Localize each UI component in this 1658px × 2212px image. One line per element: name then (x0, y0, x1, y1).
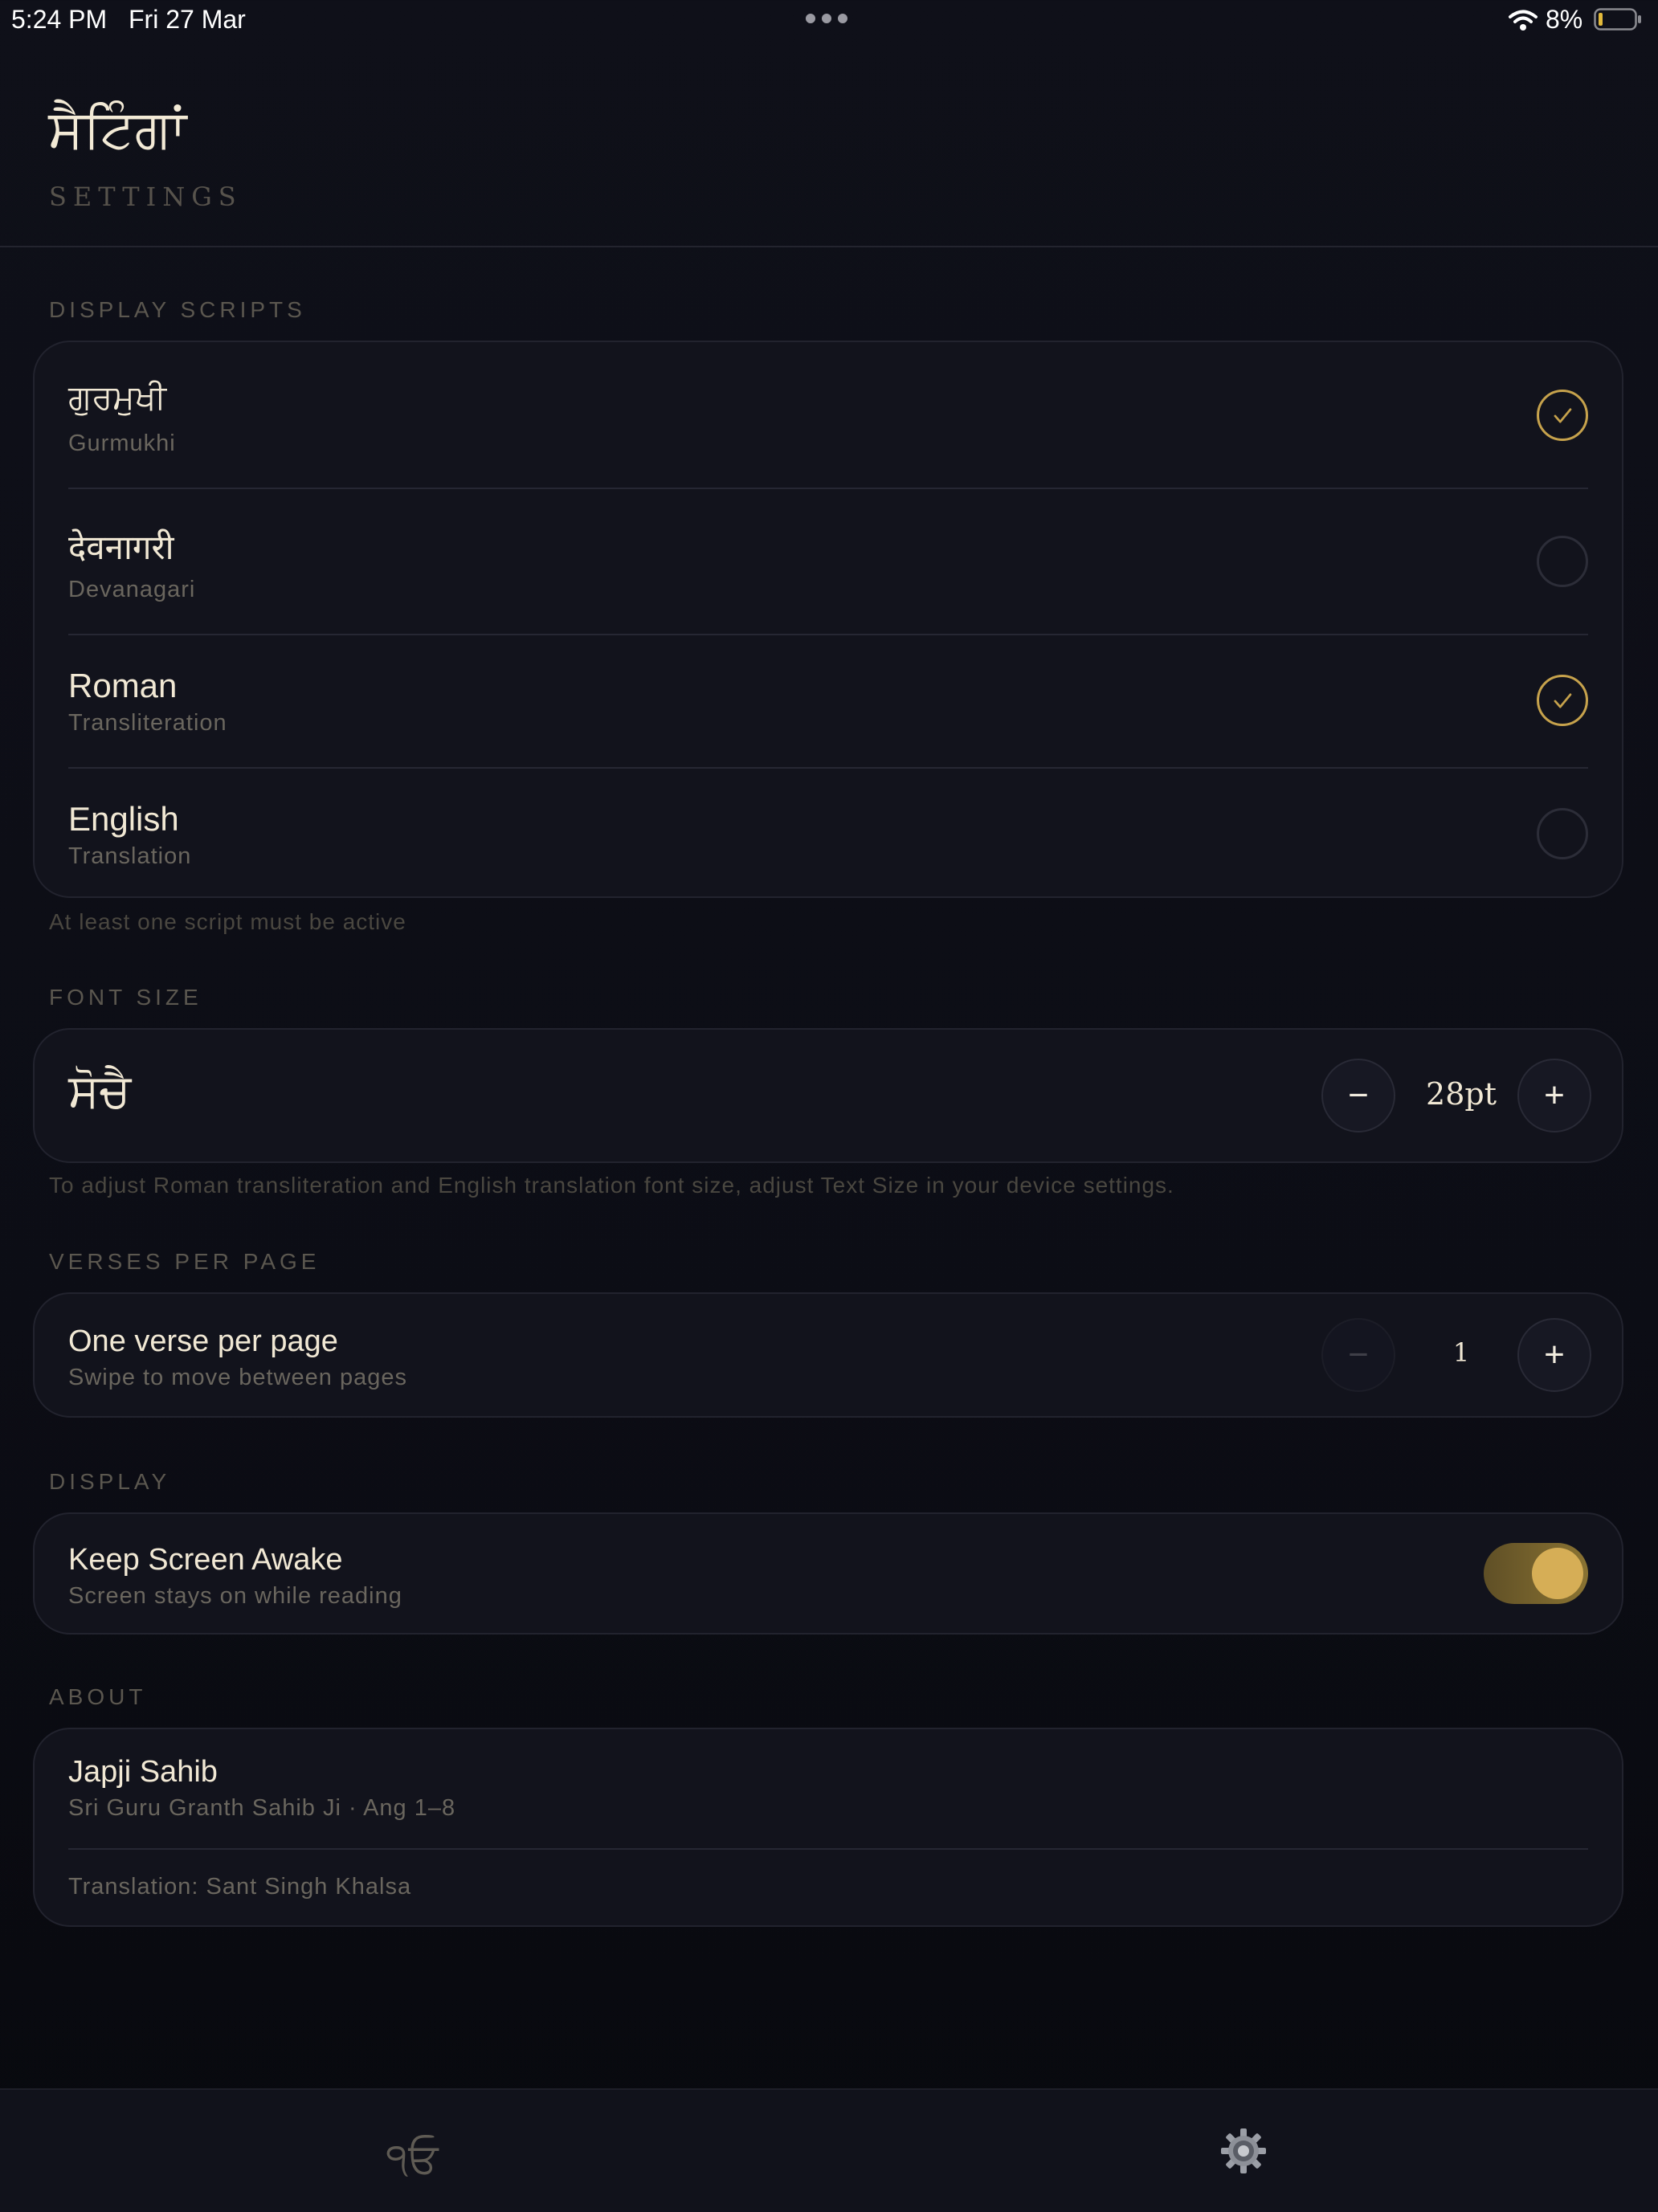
gear-icon[interactable] (1219, 2127, 1268, 2175)
section-label-font-size: FONT SIZE (49, 985, 202, 1010)
verses-title: One verse per page (68, 1324, 338, 1358)
about-translation: Translation: Sant Singh Khalsa (68, 1874, 412, 1900)
section-label-display-scripts: DISPLAY SCRIPTS (49, 297, 306, 322)
section-label-about: ABOUT (49, 1684, 147, 1709)
font-decrease-button[interactable]: − (1321, 1059, 1395, 1133)
verses-subtitle: Swipe to move between pages (68, 1365, 407, 1390)
battery-icon (1594, 8, 1641, 31)
font-size-helper-text: To adjust Roman transliteration and Engl… (49, 1173, 1174, 1198)
checkmark-icon[interactable] (1537, 390, 1588, 441)
script-option-roman[interactable]: Roman Transliteration (35, 635, 1622, 768)
verses-increase-button[interactable]: + (1517, 1318, 1591, 1392)
font-preview: ਸੋਚੈ (68, 1063, 131, 1118)
font-increase-button[interactable]: + (1517, 1059, 1591, 1133)
script-option-devanagari[interactable]: देवनागरी Devanagari (35, 488, 1622, 635)
page-title: ਸੈਟਿੰਗਾਂ (48, 98, 187, 160)
status-date: Fri 27 Mar (129, 5, 246, 34)
radio-empty-icon[interactable] (1537, 536, 1588, 587)
option-subtitle: Translation (68, 843, 192, 869)
keep-awake-subtitle: Screen stays on while reading (68, 1583, 402, 1609)
about-title: Japji Sahib (68, 1755, 218, 1789)
font-size-value: 28pt (1426, 1076, 1497, 1112)
keep-awake-title: Keep Screen Awake (68, 1543, 343, 1577)
scripts-helper-text: At least one script must be active (49, 909, 406, 934)
display-card: Keep Screen Awake Screen stays on while … (33, 1512, 1623, 1635)
tab-japji[interactable]: ੧ਓ (386, 2135, 438, 2184)
verses-value: 1 (1452, 1337, 1470, 1368)
option-subtitle: Transliteration (68, 710, 227, 736)
wifi-icon (1509, 10, 1538, 31)
status-bar: 5:24 PM Fri 27 Mar 8% (0, 0, 1658, 40)
about-card: Japji Sahib Sri Guru Granth Sahib Ji · A… (33, 1728, 1623, 1927)
option-title: English (68, 800, 179, 838)
status-time: 5:24 PM (11, 5, 108, 34)
option-title: Roman (68, 667, 178, 704)
display-scripts-card: ਗੁਰਮੁਖੀ Gurmukhi देवनागरी Devanagari Rom… (33, 341, 1623, 898)
option-title: ਗੁਰਮੁਖੀ (68, 378, 167, 417)
font-size-card: ਸੋਚੈ − 28pt + (33, 1028, 1623, 1163)
page-subtitle: SETTINGS (49, 182, 243, 212)
toggle-knob (1532, 1548, 1583, 1599)
keep-awake-toggle[interactable] (1484, 1543, 1588, 1604)
header-divider (0, 246, 1658, 247)
option-title: देवनागरी (68, 528, 174, 567)
checkmark-icon[interactable] (1537, 675, 1588, 726)
multitasking-dots-icon[interactable] (806, 14, 847, 23)
section-label-display: DISPLAY (49, 1469, 171, 1494)
verses-decrease-button[interactable]: − (1321, 1318, 1395, 1392)
battery-percent: 8% (1546, 5, 1583, 34)
tab-bar: ੧ਓ (0, 2088, 1658, 2212)
script-option-english[interactable]: English Translation (35, 768, 1622, 900)
divider (68, 1848, 1588, 1850)
script-option-gurmukhi[interactable]: ਗੁਰਮੁਖੀ Gurmukhi (35, 342, 1622, 488)
radio-empty-icon[interactable] (1537, 808, 1588, 859)
option-subtitle: Devanagari (68, 577, 196, 602)
section-label-verses: VERSES PER PAGE (49, 1249, 321, 1274)
about-subtitle: Sri Guru Granth Sahib Ji · Ang 1–8 (68, 1795, 456, 1821)
option-subtitle: Gurmukhi (68, 431, 176, 456)
verses-card: One verse per page Swipe to move between… (33, 1292, 1623, 1418)
